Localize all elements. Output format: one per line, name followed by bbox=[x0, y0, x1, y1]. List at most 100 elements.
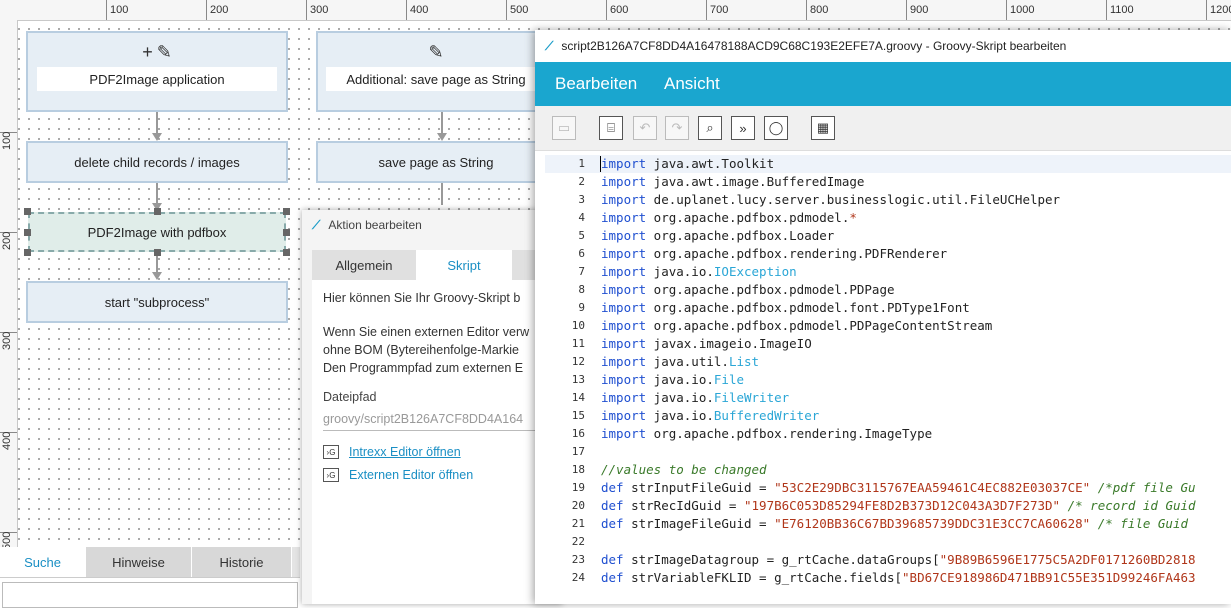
code-text: import org.apache.pdfbox.pdmodel.* bbox=[601, 209, 857, 227]
external-editor-link[interactable]: ›G Externen Editor öffnen bbox=[323, 468, 473, 482]
search-icon[interactable]: ⌕ bbox=[698, 116, 722, 140]
code-line: 12 import java.util.List bbox=[545, 353, 1231, 371]
selection-handle[interactable] bbox=[154, 249, 161, 256]
code-token: java.io. bbox=[646, 408, 714, 423]
code-text: import org.apache.pdfbox.pdmodel.PDPage bbox=[601, 281, 895, 299]
selection-handle[interactable] bbox=[24, 249, 31, 256]
line-number: 16 bbox=[571, 427, 585, 440]
redo-icon[interactable]: ↷ bbox=[665, 116, 689, 140]
connector-arrow bbox=[152, 272, 162, 280]
tab-allgemein[interactable]: Allgemein bbox=[312, 250, 416, 280]
selection-handle[interactable] bbox=[24, 229, 31, 236]
code-token: import bbox=[601, 246, 647, 261]
process-node-delete-child-records[interactable]: delete child records / images bbox=[26, 141, 288, 183]
code-token: org.apache.pdfbox.Loader bbox=[646, 228, 835, 243]
code-text: import java.util.List bbox=[601, 353, 759, 371]
jump-icon[interactable]: » bbox=[731, 116, 755, 140]
save-icon[interactable]: ▭ bbox=[552, 116, 576, 140]
selection-handle[interactable] bbox=[283, 208, 290, 215]
code-token: BufferedWriter bbox=[713, 408, 820, 423]
code-text: def strImageDatagroup = g_rtCache.dataGr… bbox=[601, 551, 1196, 569]
menu-bearbeiten[interactable]: Bearbeiten bbox=[555, 62, 637, 106]
aktion-dialog: ⟋ Aktion bearbeiten Allgemein Skript Hie… bbox=[302, 210, 562, 604]
groovy-editor-window: ⟋ script2B126A7CF8DD4A16478188ACD9C68C19… bbox=[535, 30, 1231, 604]
code-token: List bbox=[728, 354, 760, 369]
line-number: 3 bbox=[578, 193, 585, 206]
code-token: import bbox=[601, 372, 647, 387]
code-token: org.apache.pdfbox.pdmodel. bbox=[646, 210, 850, 225]
code-token: strRecIdGuid = bbox=[623, 498, 744, 513]
code-line: 8 import org.apache.pdfbox.pdmodel.PDPage bbox=[545, 281, 1231, 299]
search-input[interactable] bbox=[2, 582, 298, 608]
code-text: import de.uplanet.lucy.server.businesslo… bbox=[601, 191, 1060, 209]
connector-line bbox=[156, 112, 158, 134]
tab-skript[interactable]: Skript bbox=[416, 250, 512, 280]
dialog-tabs: Allgemein Skript bbox=[312, 250, 552, 280]
line-number: 20 bbox=[571, 499, 585, 512]
tab-historie[interactable]: Historie bbox=[192, 547, 292, 577]
code-line: 15 import java.io.BufferedWriter bbox=[545, 407, 1231, 425]
intrexx-editor-link[interactable]: ›G Intrexx Editor öffnen bbox=[323, 445, 461, 459]
editor-icon[interactable]: ⌸ bbox=[599, 116, 623, 140]
line-number: 8 bbox=[578, 283, 585, 296]
calendar-icon[interactable]: ▦ bbox=[811, 116, 835, 140]
code-token: org.apache.pdfbox.rendering.PDFRenderer bbox=[646, 246, 948, 261]
code-line: 23 def strImageDatagroup = g_rtCache.data… bbox=[545, 551, 1231, 569]
code-text: //values to be changed bbox=[601, 461, 767, 479]
dialog-body: Hier können Sie Ihr Groovy-Skript b Wenn… bbox=[312, 280, 552, 604]
path-field[interactable]: groovy/script2B126A7CF8DD4A164 bbox=[323, 408, 552, 431]
intro-text: Hier können Sie Ihr Groovy-Skript b bbox=[323, 291, 521, 305]
selection-handle[interactable] bbox=[283, 229, 290, 236]
code-line: 5 import org.apache.pdfbox.Loader bbox=[545, 227, 1231, 245]
node-icons: ✎ bbox=[428, 37, 443, 67]
code-line: 18 //values to be changed bbox=[545, 461, 1231, 479]
undo-icon[interactable]: ↶ bbox=[633, 116, 657, 140]
line-number: 4 bbox=[578, 211, 585, 224]
code-editor[interactable]: 1 import java.awt.Toolkit 2 import java.awt… bbox=[545, 155, 1231, 604]
dialog-titlebar[interactable]: ⟋ Aktion bearbeiten bbox=[302, 210, 562, 240]
code-token: import bbox=[601, 336, 647, 351]
info-text-line: ohne BOM (Bytereihenfolge-Markie bbox=[323, 343, 519, 357]
code-token: FileWriter bbox=[713, 390, 790, 405]
code-token: import bbox=[601, 156, 647, 171]
process-node-additional-save-page[interactable]: ✎ Additional: save page as String bbox=[316, 31, 556, 112]
code-line: 19 def strInputFileGuid = "53C2E29DBC3115… bbox=[545, 479, 1231, 497]
code-token: import bbox=[601, 354, 647, 369]
node-label: save page as String bbox=[378, 154, 494, 170]
process-node-pdf2image-application[interactable]: + ✎ PDF2Image application bbox=[26, 31, 288, 112]
process-node-start-subprocess[interactable]: start "subprocess" bbox=[26, 281, 288, 323]
line-number: 2 bbox=[578, 175, 585, 188]
code-token: import bbox=[601, 300, 647, 315]
dialog-title: Aktion bearbeiten bbox=[328, 218, 422, 232]
code-token: "E76120BB36C67BD39685739DDC31E3CC7CA6062… bbox=[774, 516, 1091, 531]
selection-handle[interactable] bbox=[283, 249, 290, 256]
code-text: import java.io.File bbox=[601, 371, 744, 389]
code-token: strInputFileGuid = bbox=[623, 480, 775, 495]
code-token: import bbox=[601, 174, 647, 189]
code-token: strImageFileGuid = bbox=[623, 516, 775, 531]
tab-hinweise[interactable]: Hinweise bbox=[86, 547, 192, 577]
editor-titlebar[interactable]: ⟋ script2B126A7CF8DD4A16478188ACD9C68C19… bbox=[535, 30, 1231, 62]
code-token: java.awt.Toolkit bbox=[646, 156, 775, 171]
code-line: 9 import org.apache.pdfbox.pdmodel.font.P… bbox=[545, 299, 1231, 317]
pencil-icon: ✎ bbox=[156, 41, 172, 62]
code-line: 21 def strImageFileGuid = "E76120BB36C67B… bbox=[545, 515, 1231, 533]
process-node-save-page-as-string[interactable]: save page as String bbox=[316, 141, 556, 183]
code-line: 3 import de.uplanet.lucy.server.businessl… bbox=[545, 191, 1231, 209]
code-line: 24 def strVariableFKLID = g_rtCache.field… bbox=[545, 569, 1231, 587]
code-text: import org.apache.pdfbox.Loader bbox=[601, 227, 834, 245]
code-text: def strInputFileGuid = "53C2E29DBC311576… bbox=[601, 479, 1196, 497]
comment-icon[interactable]: ◯ bbox=[764, 116, 788, 140]
menu-ansicht[interactable]: Ansicht bbox=[664, 62, 720, 106]
line-number: 19 bbox=[571, 481, 585, 494]
line-number: 1 bbox=[578, 157, 585, 170]
tab-suche[interactable]: Suche bbox=[0, 547, 86, 577]
code-text: import javax.imageio.ImageIO bbox=[601, 335, 812, 353]
selection-handle[interactable] bbox=[24, 208, 31, 215]
selection-handle[interactable] bbox=[154, 208, 161, 215]
code-token: import bbox=[601, 210, 647, 225]
process-node-pdf2image-with-pdfbox[interactable]: PDF2Image with pdfbox bbox=[28, 212, 286, 252]
line-number: 24 bbox=[571, 571, 585, 584]
